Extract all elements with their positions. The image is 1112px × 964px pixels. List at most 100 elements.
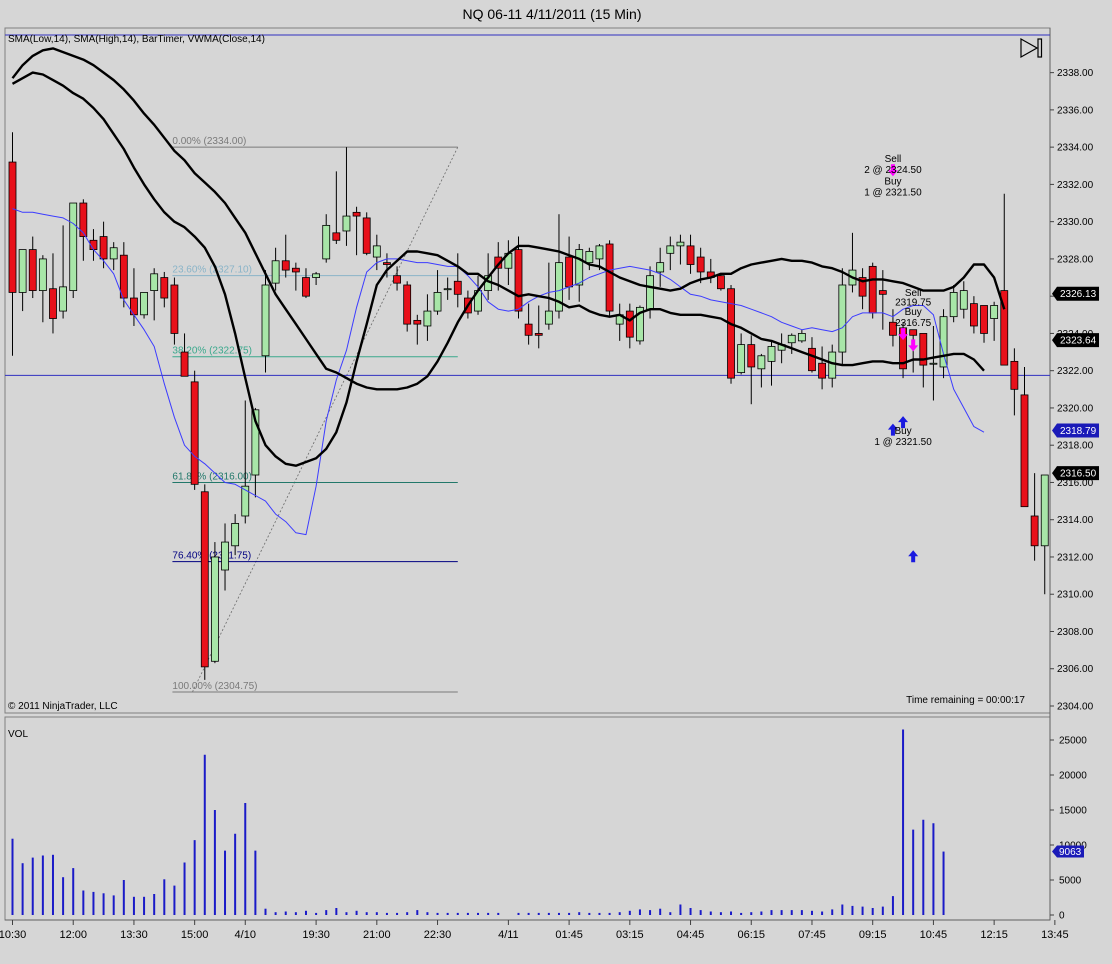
candle-up xyxy=(949,292,958,318)
time-tick-label: 09:15 xyxy=(859,929,887,941)
candle-up xyxy=(787,334,796,344)
trade-label: Sell xyxy=(885,154,902,165)
candle-down xyxy=(453,280,462,295)
volume-label: VOL xyxy=(8,729,28,740)
fib-level-label: 61.80% (2316.00) xyxy=(172,471,252,482)
candle-down xyxy=(696,256,705,273)
candle-down xyxy=(808,347,816,372)
candle-down xyxy=(565,256,573,288)
candle-up xyxy=(241,485,250,517)
candle-down xyxy=(79,202,88,237)
time-remaining-label: Time remaining = 00:00:17 xyxy=(906,695,1025,706)
candle-up xyxy=(312,273,321,278)
candle-up xyxy=(140,292,148,316)
candle-down xyxy=(393,275,401,284)
volume-tick-label: 15000 xyxy=(1059,806,1087,817)
price-tick-label: 2308.00 xyxy=(1057,627,1094,638)
candle-down xyxy=(868,265,877,314)
time-tick-label: 4/10 xyxy=(235,929,256,941)
volume-tick-label: 5000 xyxy=(1059,876,1082,887)
trade-label: 2316.75 xyxy=(895,318,932,329)
price-tick-label: 2328.00 xyxy=(1057,254,1094,265)
candle-down xyxy=(878,290,887,295)
trade-label: Buy xyxy=(905,307,922,318)
candle-up xyxy=(767,346,776,362)
time-tick-label: 12:00 xyxy=(59,929,87,941)
candle-down xyxy=(534,333,543,336)
chart-title: NQ 06-11 4/11/2011 (15 Min) xyxy=(463,6,642,22)
time-tick-label: 10:30 xyxy=(0,929,26,941)
candle-down xyxy=(332,232,341,241)
time-tick-label: 03:15 xyxy=(616,929,644,941)
candle-up xyxy=(585,251,594,264)
time-tick-label: 4/11 xyxy=(498,929,519,941)
trade-label: Buy xyxy=(884,176,901,187)
fib-level-label: 23.60% (2327.10) xyxy=(172,265,252,276)
candle-down xyxy=(717,275,725,290)
price-marker-label: 2326.13 xyxy=(1060,289,1097,300)
candle-down xyxy=(403,284,412,325)
candle-down xyxy=(383,262,391,265)
price-tick-label: 2336.00 xyxy=(1057,105,1094,116)
candle-down xyxy=(119,254,128,299)
candle-up xyxy=(959,290,968,310)
price-marker-label: 2316.50 xyxy=(1060,469,1097,480)
trade-label: 1 @ 2321.50 xyxy=(864,188,922,199)
volume-tick-label: 25000 xyxy=(1059,736,1087,747)
time-tick-label: 15:00 xyxy=(181,929,209,941)
chart-canvas: NQ 06-11 4/11/2011 (15 Min) SMA(Low,14),… xyxy=(0,0,1112,964)
candle-up xyxy=(646,275,654,310)
candle-up xyxy=(757,355,766,370)
candle-down xyxy=(352,211,361,217)
candle-up xyxy=(69,202,78,291)
candle-up xyxy=(939,316,948,368)
candle-down xyxy=(49,288,57,319)
candle-up xyxy=(676,241,685,247)
price-tick-label: 2332.00 xyxy=(1057,180,1094,191)
candle-up xyxy=(828,351,837,379)
candle-up xyxy=(595,245,604,260)
price-tick-label: 2322.00 xyxy=(1057,366,1094,377)
volume-marker-label: 9063 xyxy=(1059,847,1082,858)
candle-up xyxy=(1040,474,1049,547)
candle-up xyxy=(433,292,442,312)
candle-down xyxy=(1010,360,1019,390)
candle-down xyxy=(1030,515,1039,547)
candle-up xyxy=(372,245,381,258)
candle-down xyxy=(625,310,634,338)
candle-up xyxy=(109,247,118,260)
candle-down xyxy=(170,284,179,334)
time-tick-label: 10:45 xyxy=(920,929,948,941)
candle-up xyxy=(737,344,746,373)
trade-label: 1 @ 2321.50 xyxy=(874,437,932,448)
fib-level-label: 0.00% (2334.00) xyxy=(172,136,246,147)
time-tick-label: 04:45 xyxy=(677,929,705,941)
candle-down xyxy=(514,249,523,312)
candle-down xyxy=(180,351,189,377)
candle-up xyxy=(797,333,806,342)
candle-down xyxy=(8,161,17,293)
candle-down xyxy=(413,319,422,325)
candle-down xyxy=(909,329,918,336)
time-tick-label: 07:45 xyxy=(798,929,826,941)
time-tick-label: 19:30 xyxy=(302,929,330,941)
price-tick-label: 2314.00 xyxy=(1057,515,1094,526)
candle-down xyxy=(818,362,826,379)
indicator-label: SMA(Low,14), SMA(High,14), BarTimer, VWM… xyxy=(8,34,265,45)
candle-up xyxy=(261,284,270,357)
candle-up xyxy=(342,215,351,232)
candle-up xyxy=(231,523,240,547)
price-tick-label: 2310.00 xyxy=(1057,590,1094,601)
candle-down xyxy=(727,288,735,379)
candle-down xyxy=(970,303,978,327)
candle-up xyxy=(423,310,432,327)
price-tick-label: 2312.00 xyxy=(1057,552,1094,563)
candle-up xyxy=(59,286,67,312)
candle-down xyxy=(362,217,371,254)
price-panel xyxy=(4,27,1051,714)
volume-tick-label: 0 xyxy=(1059,911,1065,922)
candle-up xyxy=(575,249,584,286)
time-tick-label: 12:15 xyxy=(980,929,1008,941)
price-tick-label: 2306.00 xyxy=(1057,664,1094,675)
candle-down xyxy=(281,260,290,271)
